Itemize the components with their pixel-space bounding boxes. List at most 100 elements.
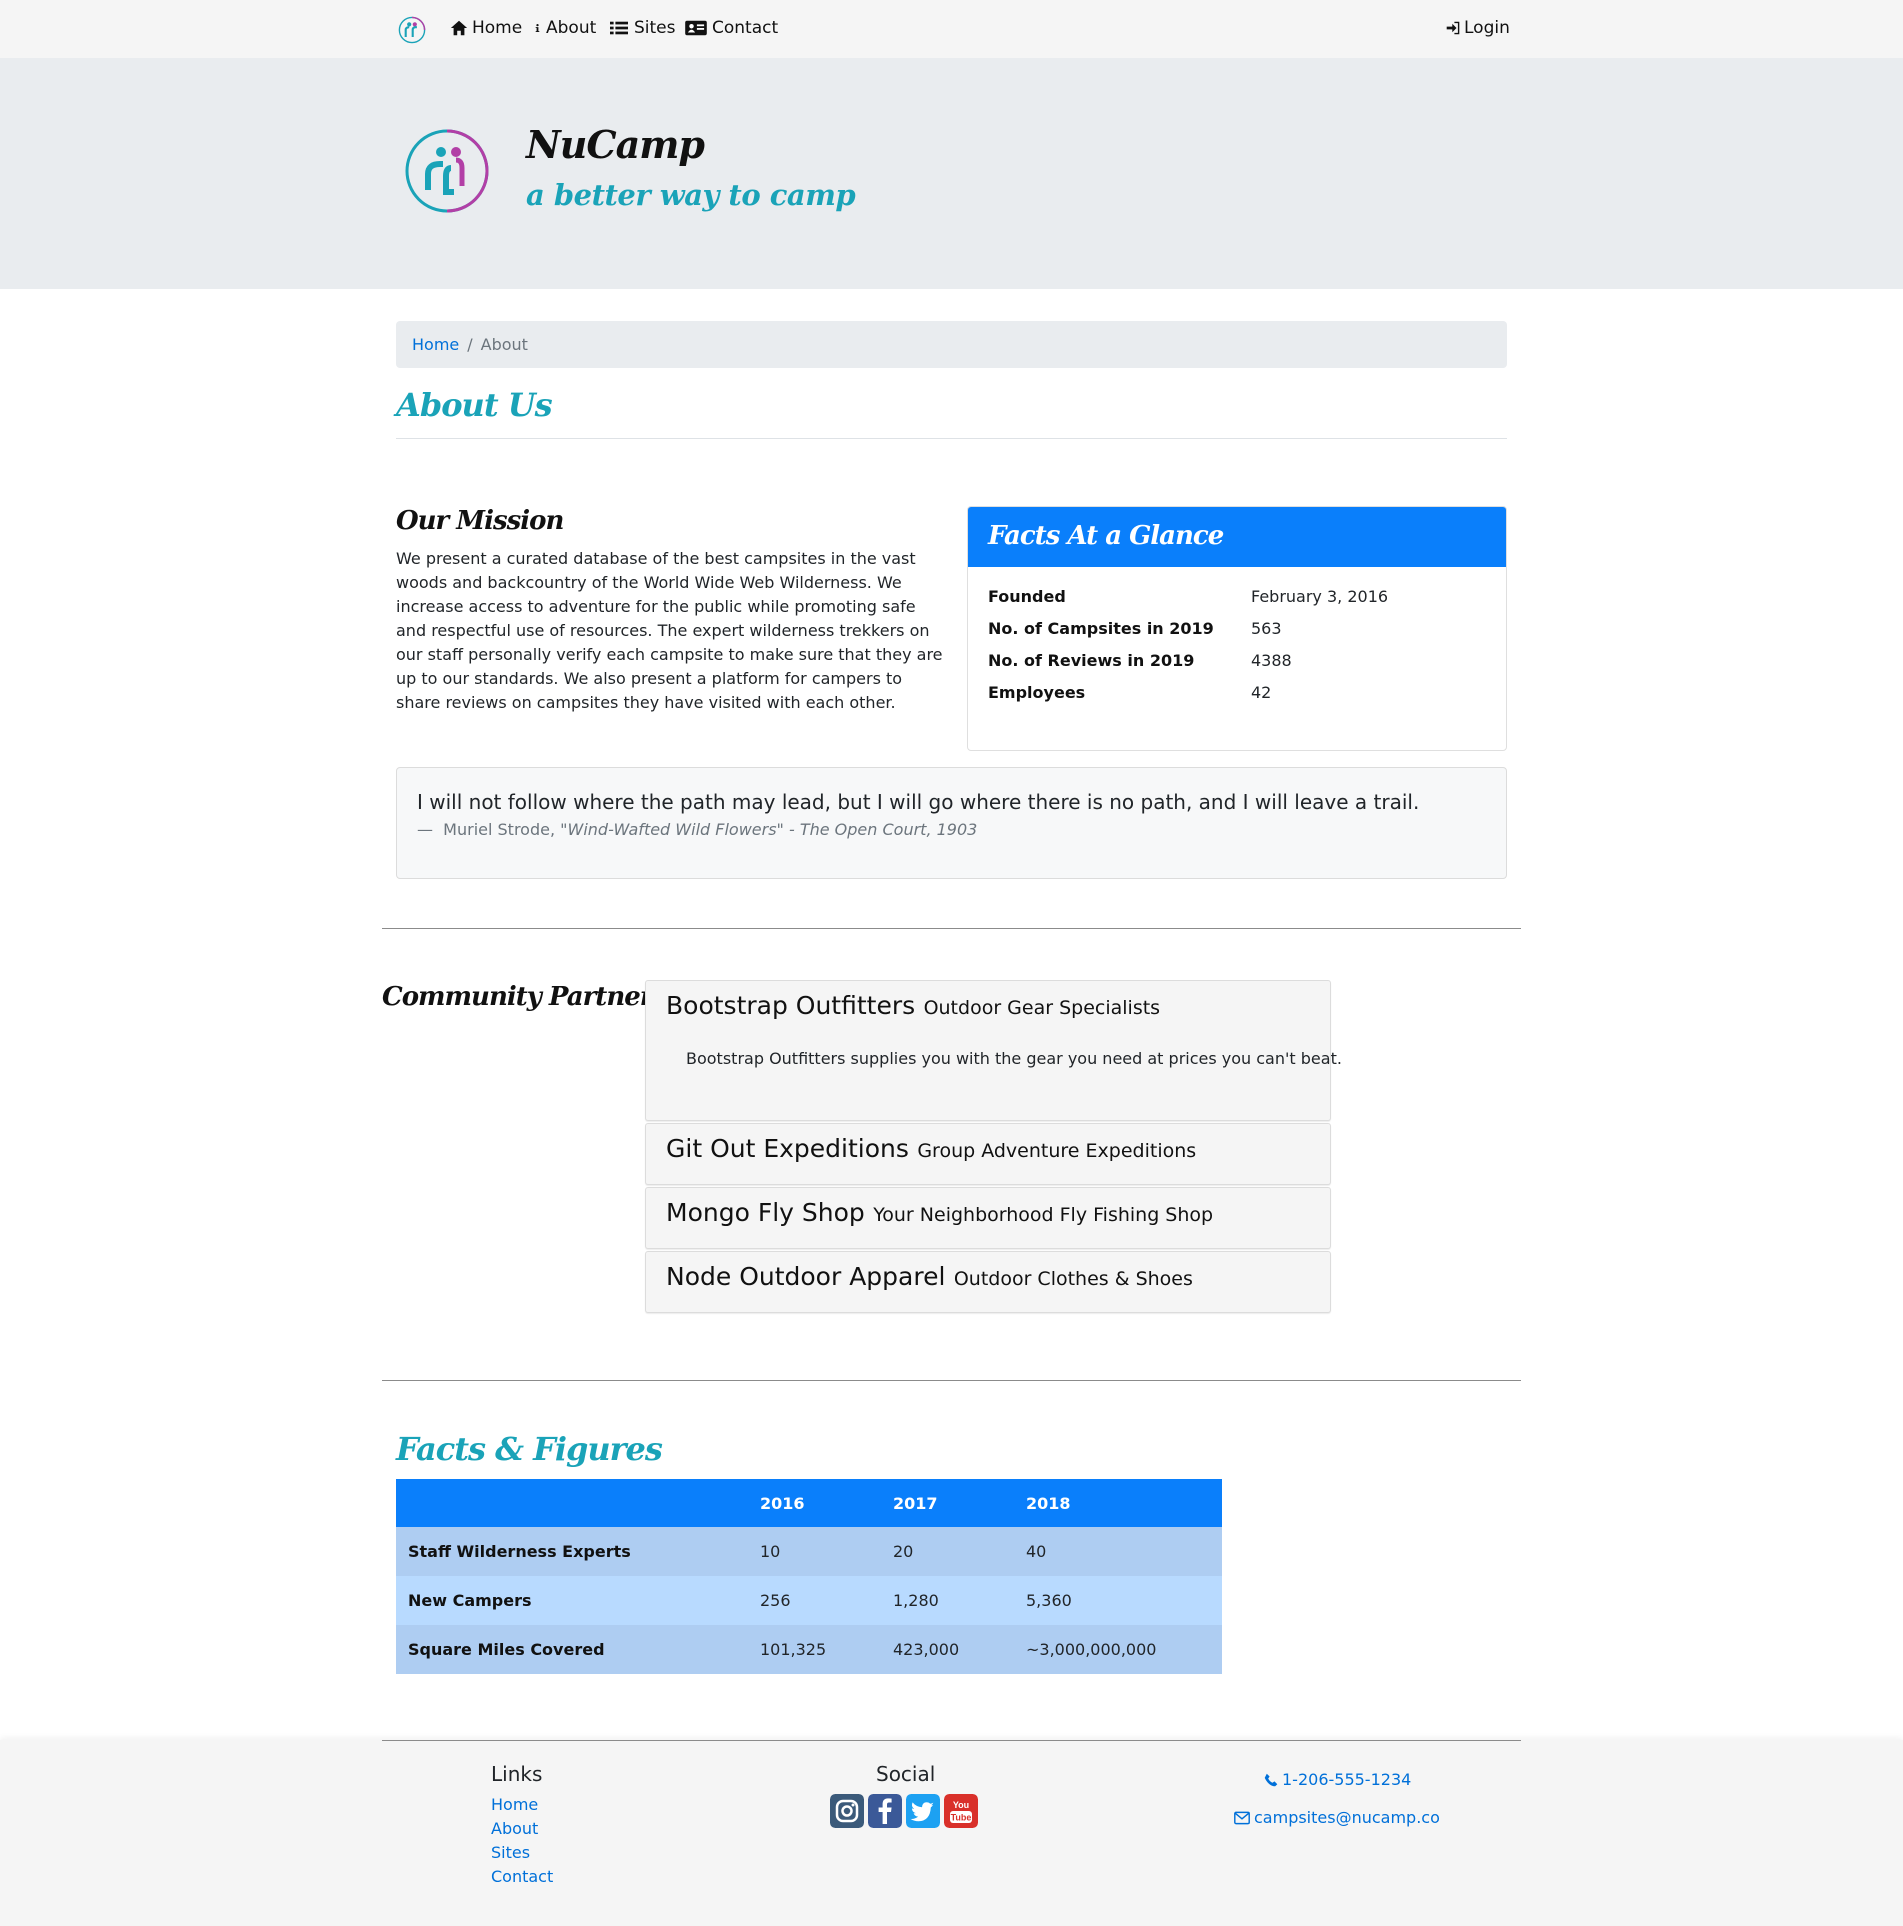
fact-value: 563 [1251,619,1282,638]
row-header: New Campers [396,1576,748,1625]
partner-card[interactable]: Node Outdoor Apparel Outdoor Clothes & S… [645,1251,1331,1313]
table-cell: 423,000 [881,1625,1014,1674]
nav-about[interactable]: About [533,18,596,38]
table-cell: 20 [881,1527,1014,1576]
row-header: Staff Wilderness Experts [396,1527,748,1576]
home-icon [450,20,468,36]
footer-phone: 1-206-555-1234 [1282,1770,1412,1789]
mission-text: We present a curated database of the bes… [396,549,943,712]
partner-heading: Node Outdoor Apparel Outdoor Clothes & S… [666,1262,1193,1291]
table-cell: 101,325 [748,1625,881,1674]
facts-card: Facts At a Glance Founded February 3, 201… [967,506,1507,751]
table-row: Square Miles Covered 101,325 423,000 ~3,… [396,1625,1222,1674]
nav-contact-label: Contact [712,18,779,38]
page-title: About Us [396,386,553,424]
figures-table: 2016 2017 2018 Staff Wilderness Experts … [396,1479,1222,1674]
fact-value: February 3, 2016 [1251,587,1389,606]
partner-card[interactable]: Mongo Fly Shop Your Neighborhood Fly Fis… [645,1187,1331,1249]
address-card-icon [685,20,707,36]
table-header-row: 2016 2017 2018 [396,1479,1222,1527]
footer-email-link[interactable]: campsites@nucamp.co [1234,1808,1440,1827]
nav-contact[interactable]: Contact [684,18,778,38]
footer-link-contact[interactable]: Contact [491,1867,553,1886]
nav-home[interactable]: Home [450,18,522,38]
partner-tagline: Group Adventure Expeditions [917,1140,1197,1162]
partner-name: Mongo Fly Shop [666,1198,865,1227]
table-cell: 256 [748,1576,881,1625]
column-header [396,1479,748,1527]
partner-heading: Bootstrap Outfitters Outdoor Gear Specia… [666,991,1160,1020]
mission-title: Our Mission [396,506,564,536]
footer-link-home[interactable]: Home [491,1795,538,1814]
footer-link-about[interactable]: About [491,1819,538,1838]
sign-in-icon [1446,21,1460,35]
quote-dash: — [417,820,433,839]
footer-social-title: Social [876,1762,936,1786]
nav-home-label: Home [472,18,523,38]
footer-links-title: Links [491,1762,543,1786]
table-cell: ~3,000,000,000 [1014,1625,1222,1674]
phone-icon [1264,1773,1278,1786]
section-divider [382,928,1521,929]
fact-key: No. of Campsites in 2019 [988,619,1214,638]
table-cell: 10 [748,1527,881,1576]
section-divider [382,1380,1521,1381]
nucamp-logo [405,129,489,213]
partners-title: Community Partners [382,982,667,1012]
quote-cite: "Wind-Wafted Wild Flowers" - The Open Co… [560,820,978,839]
navbar: Home About Sites Contact Login [0,0,1903,58]
instagram-icon[interactable] [830,1794,864,1828]
nav-sites-label: Sites [634,18,676,38]
breadcrumb-separator: / [467,335,473,354]
facebook-icon[interactable] [868,1794,902,1828]
partner-name: Bootstrap Outfitters [666,991,916,1020]
column-header: 2016 [748,1479,881,1527]
login-button[interactable]: Login [1446,18,1510,38]
footer-link-sites[interactable]: Sites [491,1843,530,1862]
nav-about-label: About [546,18,597,38]
partner-heading: Git Out Expeditions Group Adventure Expe… [666,1134,1196,1163]
brand-title: NuCamp [526,122,705,167]
fact-key: Employees [988,683,1086,702]
partner-card[interactable]: Bootstrap Outfitters Outdoor Gear Specia… [645,980,1342,1121]
footer-email: campsites@nucamp.co [1254,1808,1440,1827]
partner-tagline: Outdoor Clothes & Shoes [953,1268,1193,1290]
quote-block: I will not follow where the path may lea… [396,767,1507,879]
svg-text:Tube: Tube [951,1813,972,1823]
table-cell: 5,360 [1014,1576,1222,1625]
table-row: Staff Wilderness Experts 10 20 40 [396,1527,1222,1576]
table-cell: 1,280 [881,1576,1014,1625]
brand-subtitle: a better way to camp [526,178,856,212]
fact-key: No. of Reviews in 2019 [988,651,1195,670]
quote-author: Muriel Strode, [443,820,556,839]
fact-key: Founded [988,587,1066,606]
jumbotron [0,58,1903,289]
column-header: 2018 [1014,1479,1222,1527]
partner-description: Bootstrap Outfitters supplies you with t… [686,1049,1342,1068]
info-icon [535,23,540,33]
column-header: 2017 [881,1479,1014,1527]
row-header: Square Miles Covered [396,1625,748,1674]
partner-tagline: Your Neighborhood Fly Fishing Shop [873,1204,1214,1226]
divider [396,438,1507,439]
footer [0,1740,1903,1926]
footer-divider [382,1740,1521,1741]
twitter-icon[interactable] [906,1794,940,1828]
fact-value: 4388 [1251,651,1292,670]
youtube-icon[interactable]: You Tube [944,1794,978,1828]
table-row: New Campers 256 1,280 5,360 [396,1576,1222,1625]
quote-footer: — Muriel Strode, "Wind-Wafted Wild Flowe… [417,820,977,839]
table-cell: 40 [1014,1527,1222,1576]
nucamp-logo-small[interactable] [398,16,426,44]
envelope-icon [1234,1811,1250,1824]
breadcrumb: Home / About [396,321,1507,368]
nav-sites[interactable]: Sites [608,18,676,38]
quote-text: I will not follow where the path may lea… [417,790,1420,814]
facts-card-title: Facts At a Glance [968,507,1506,567]
partner-name: Git Out Expeditions [666,1134,909,1163]
breadcrumb-home[interactable]: Home [412,335,459,354]
partner-card[interactable]: Git Out Expeditions Group Adventure Expe… [645,1123,1331,1185]
fact-value: 42 [1251,683,1272,702]
list-icon [610,21,628,35]
footer-phone-link[interactable]: 1-206-555-1234 [1264,1770,1411,1789]
